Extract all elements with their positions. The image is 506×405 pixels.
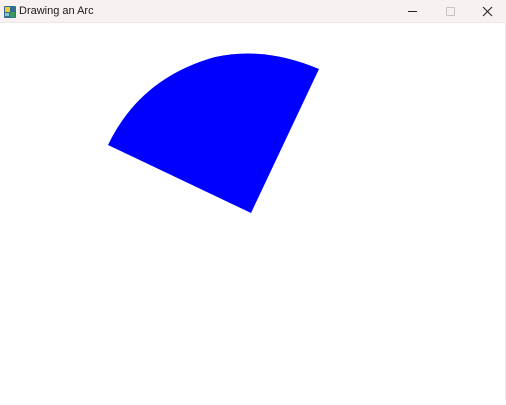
window-title: Drawing an Arc: [19, 5, 94, 17]
app-window: Drawing an Arc: [0, 0, 506, 400]
drawing-canvas: [0, 23, 505, 400]
minimize-icon: [407, 11, 417, 12]
minimize-button[interactable]: [393, 0, 431, 23]
title-bar[interactable]: Drawing an Arc: [0, 0, 506, 23]
maximize-icon: [445, 7, 455, 16]
app-icon: [4, 5, 16, 18]
close-button[interactable]: [468, 0, 506, 23]
close-icon: [482, 6, 492, 17]
arc-pie-slice: [108, 53, 319, 213]
maximize-button: [431, 0, 469, 23]
arc-drawing: [108, 53, 319, 213]
